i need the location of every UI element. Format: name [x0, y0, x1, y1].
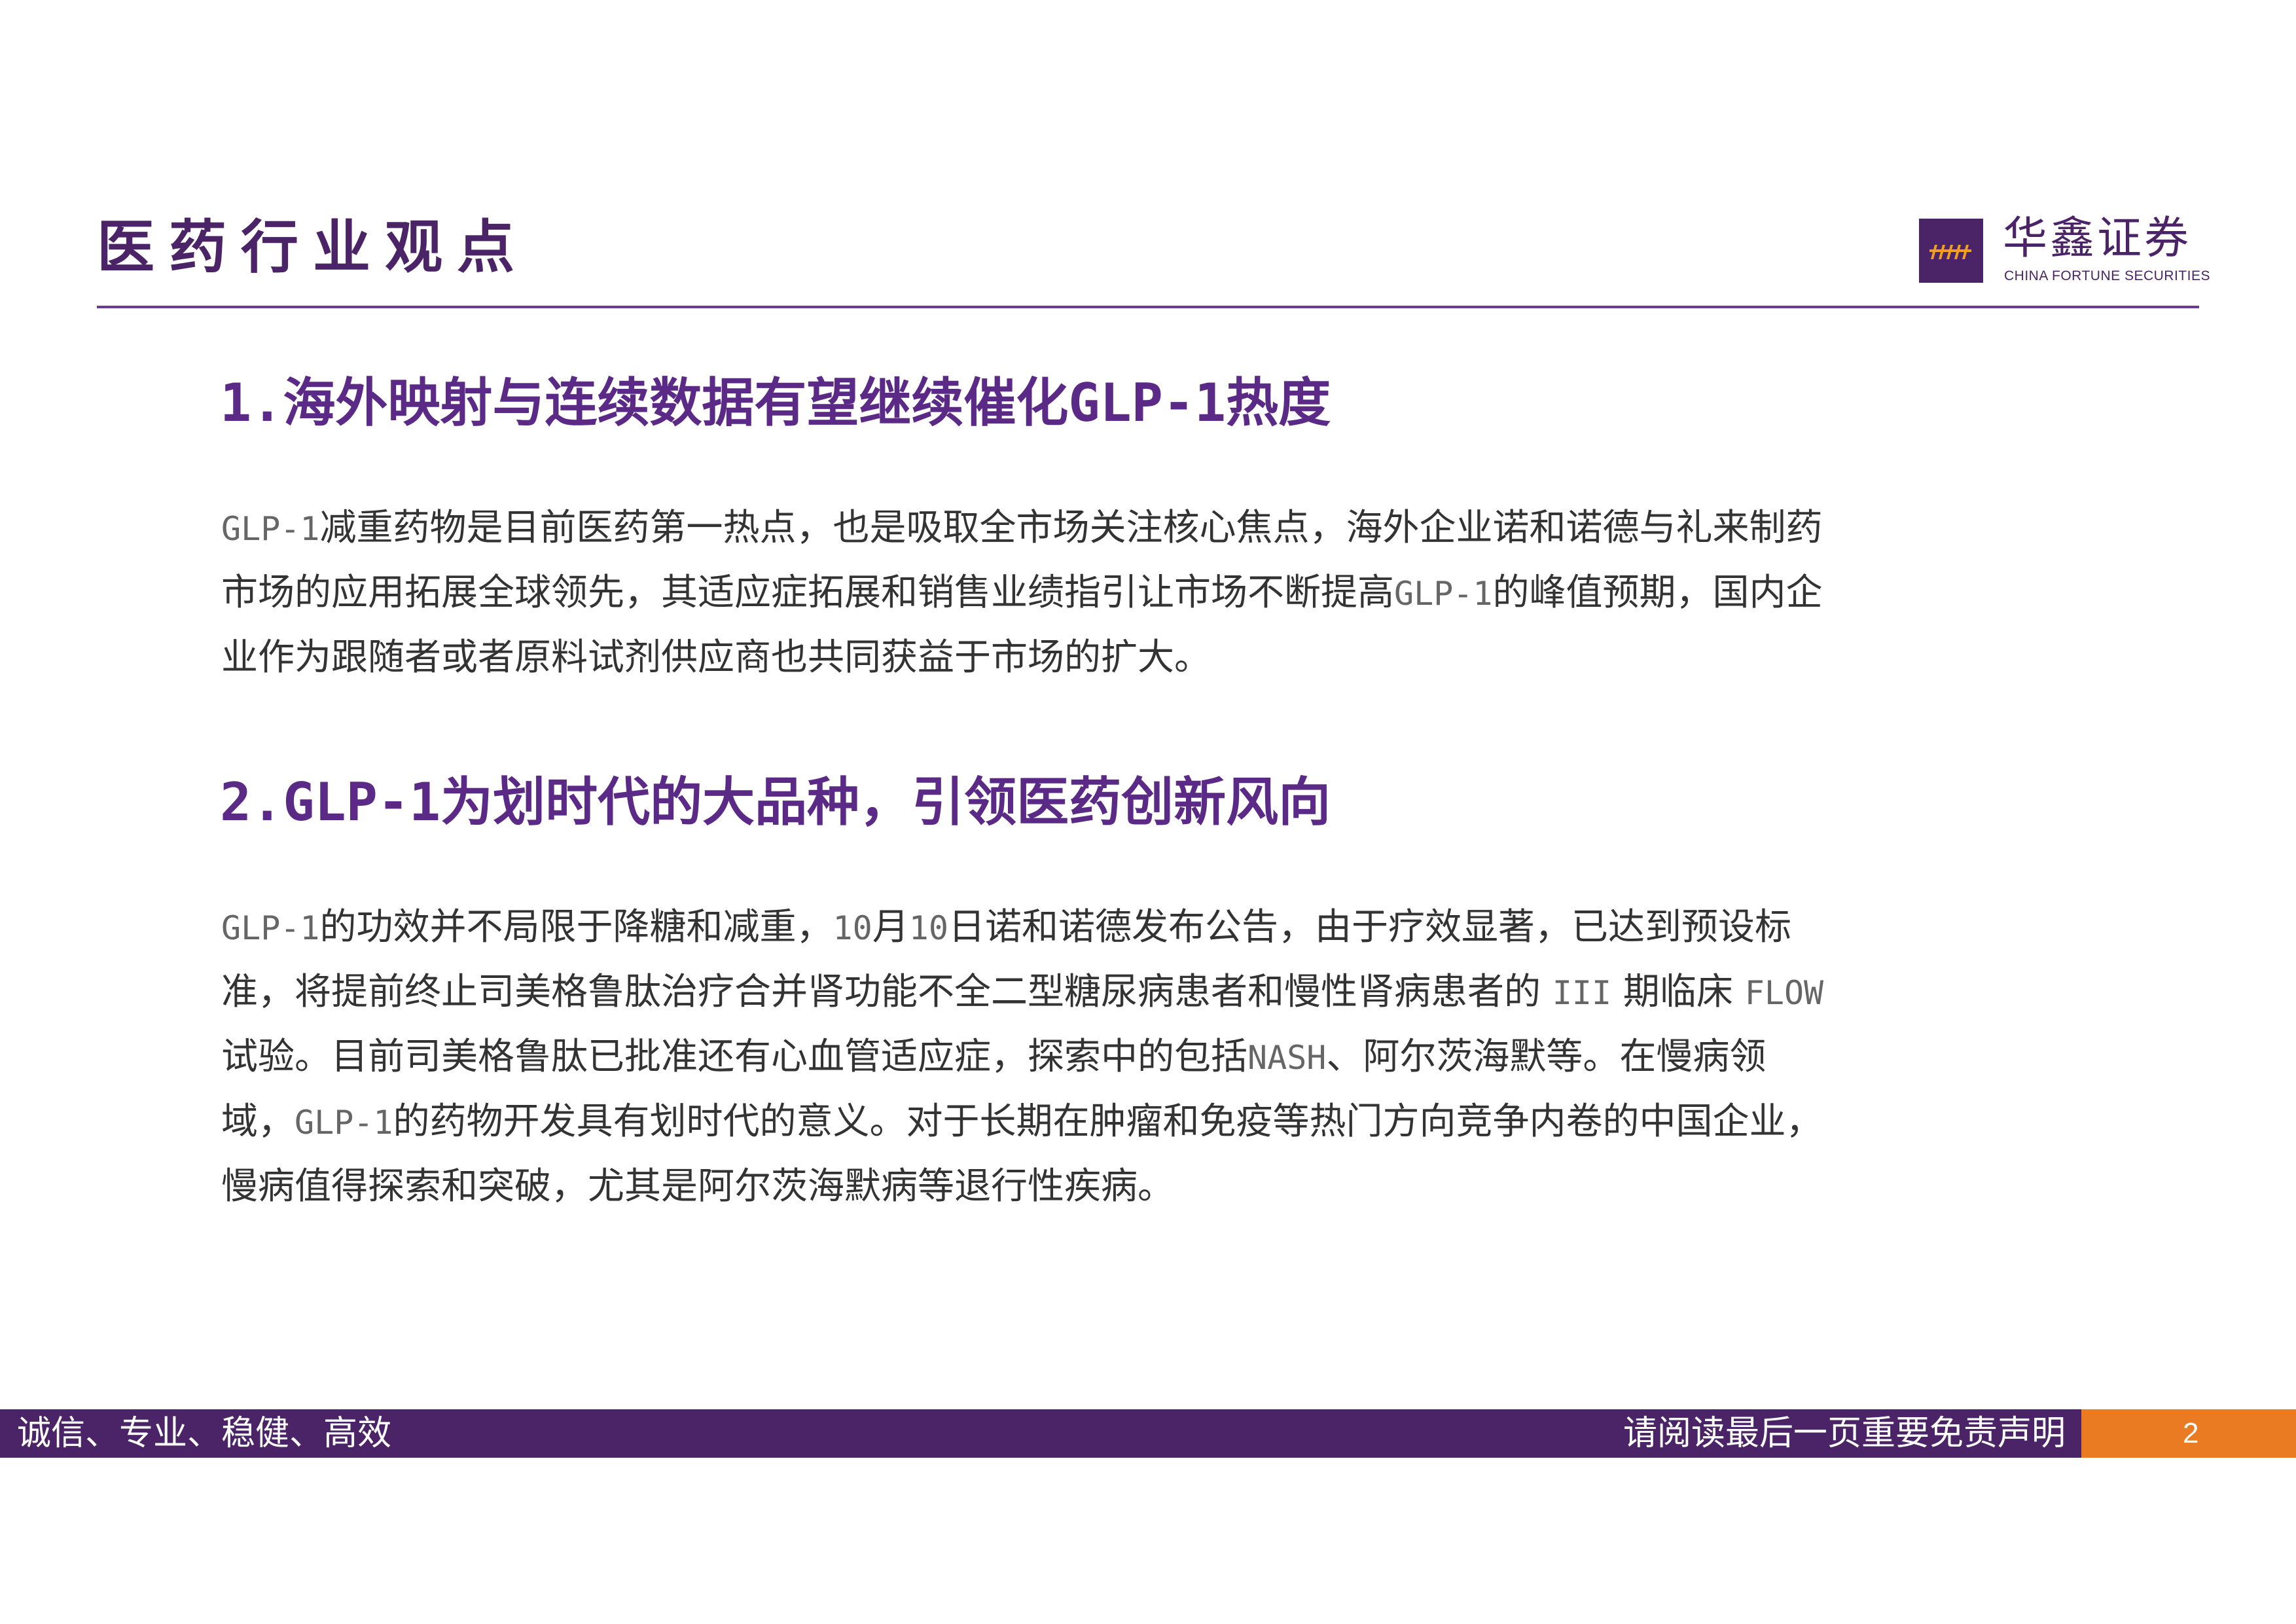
paragraph-term: GLP-1	[1394, 575, 1493, 613]
footer-disclaimer: 请阅读最后一页重要免责声明	[1623, 1414, 2066, 1453]
page-title: 医药行业观点	[97, 213, 529, 281]
page-number: 2	[2183, 1417, 2199, 1449]
logo-chinese-name: 华鑫证券	[2003, 213, 2192, 264]
paragraph-text: 的药物开发具有划时代的意义。对于长期在肿瘤和免疫等热门方向竞争内卷的中国企业，慢…	[221, 1100, 1823, 1208]
paragraph-term: GLP-1	[221, 909, 320, 947]
paragraph-text: 期临床	[1611, 971, 1745, 1013]
section-title-part: 为划时代的大品种，引领医药创新风向	[440, 772, 1331, 833]
section-paragraph-1: GLP-1减重药物是目前医药第一热点，也是吸取全市场关注核心焦点，海外企业诺和诺…	[221, 496, 1838, 690]
paragraph-term: GLP-1	[295, 1104, 393, 1142]
section-title-part: 海外映射与连续数据有望继续催化	[283, 372, 1069, 433]
section-heading-2: 2.GLP-1为划时代的大品种，引领医药创新风向	[220, 772, 1331, 833]
header-divider	[97, 306, 2199, 308]
paragraph-term: III	[1552, 974, 1612, 1012]
paragraph-text: 月	[872, 906, 909, 948]
section-title-part: 热度	[1226, 372, 1331, 433]
paragraph-term: FLOW	[1744, 974, 1824, 1012]
paragraph-term: NASH	[1247, 1039, 1327, 1077]
section-number: 2.	[220, 772, 283, 833]
section-paragraph-2: GLP-1的功效并不局限于降糖和减重，10月10日诺和诺德发布公告，由于疗效显著…	[221, 895, 1838, 1219]
paragraph-term: 10	[833, 909, 872, 947]
paragraph-term: 10	[908, 909, 948, 947]
company-logo: 华鑫证券 CHINA FORTUNE SECURITIES	[1919, 213, 2210, 288]
section-title-term: GLP-1	[283, 772, 441, 833]
chinafortune-logo-icon	[1919, 219, 1983, 283]
section-heading-1: 1.海外映射与连续数据有望继续催化GLP-1热度	[220, 373, 1331, 433]
section-title-term: GLP-1	[1068, 372, 1227, 433]
paragraph-text: 试验。目前司美格鲁肽已批准还有心血管适应症，探索中的包括	[221, 1036, 1247, 1078]
footer-slogan: 诚信、专业、稳健、高效	[17, 1414, 392, 1453]
paragraph-text: 的功效并不局限于降糖和减重，	[319, 906, 833, 948]
logo-english-name: CHINA FORTUNE SECURITIES	[2004, 268, 2210, 283]
paragraph-term: GLP-1	[221, 510, 320, 548]
section-number: 1.	[220, 372, 283, 433]
